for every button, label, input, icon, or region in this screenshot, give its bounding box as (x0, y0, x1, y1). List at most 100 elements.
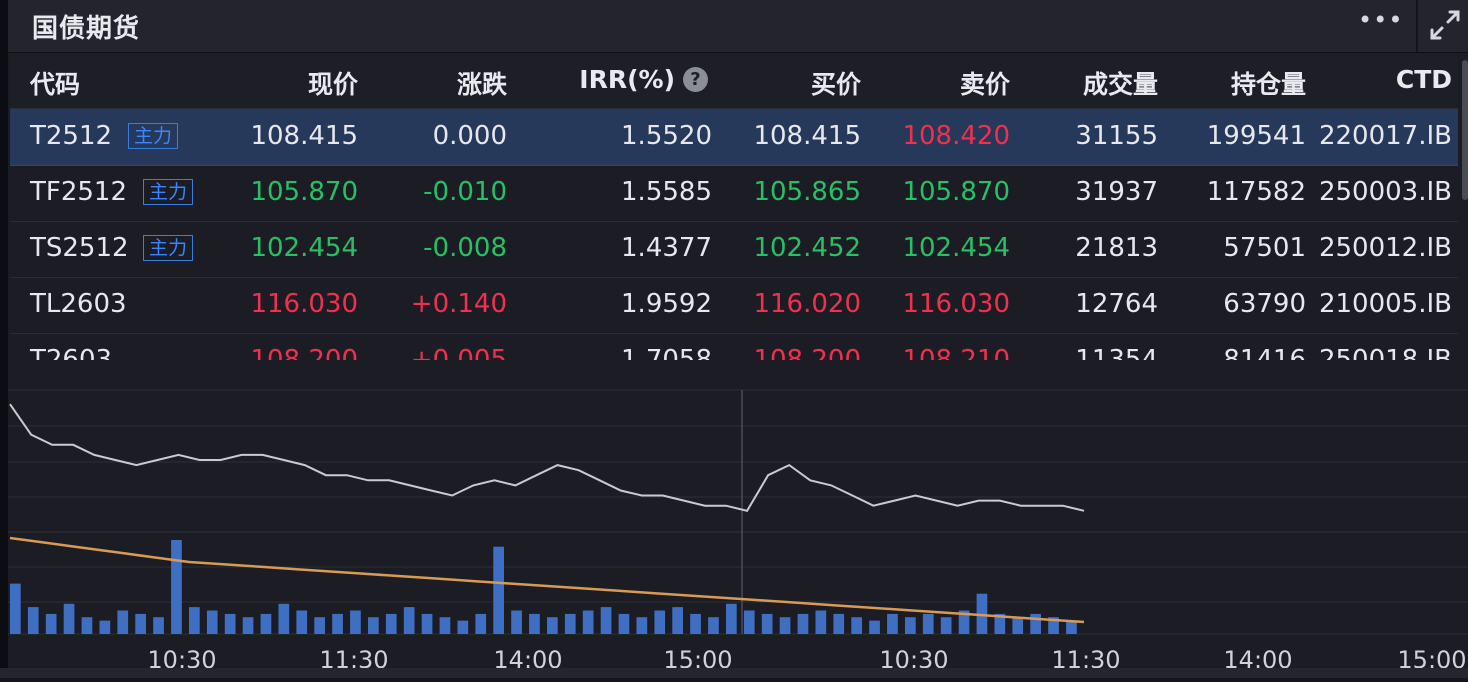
volume-bar (81, 617, 93, 634)
column-header-bid[interactable]: 买价 (811, 65, 861, 101)
volume-bar (206, 610, 218, 634)
volume-bar (690, 613, 701, 634)
column-header-volume[interactable]: 成交量 (1083, 65, 1158, 101)
irr-header-label: IRR(%) (579, 65, 675, 94)
volume-bar (421, 613, 433, 634)
volume-bar (779, 617, 791, 634)
panel-title: 国债期货 (32, 14, 141, 44)
ctd-bond: 250018.IB (1318, 345, 1452, 360)
open-interest-value: 57501 (1223, 233, 1306, 263)
table-row[interactable]: TF2512 105.870 -0.010 1.5585 105.865 105.870 3… (10, 165, 1458, 222)
price-change: -0.010 (423, 177, 507, 207)
bid-price: 105.865 (753, 177, 861, 207)
volume-bar (242, 617, 254, 634)
current-price: 116.030 (250, 289, 358, 319)
expand-icon[interactable] (1426, 6, 1464, 44)
current-price: 105.870 (250, 177, 358, 207)
column-header-ctd[interactable]: CTD (1396, 65, 1452, 94)
volume-value: 31937 (1075, 177, 1158, 207)
volume-bar (457, 620, 469, 634)
contract-code: T2512 (30, 121, 113, 151)
volume-bar (887, 613, 898, 634)
open-interest-value: 117582 (1206, 177, 1306, 207)
table-row[interactable]: TS2512 102.454 -0.008 1.4377 102.452 102.454 2… (10, 221, 1458, 278)
ask-price: 105.870 (902, 177, 1010, 207)
irr-value: 1.9592 (621, 289, 712, 319)
volume-bar (153, 617, 164, 634)
ask-price: 108.210 (902, 345, 1010, 360)
volume-bar (99, 620, 111, 634)
volume-bar (940, 617, 952, 634)
column-header-open-interest[interactable]: 持仓量 (1231, 65, 1306, 101)
volume-bar (475, 613, 487, 634)
volume-bar (368, 617, 379, 634)
volume-bar (385, 613, 397, 634)
main-contract-badge: 主力 (143, 179, 194, 205)
volume-bar (726, 603, 737, 634)
volume-bar (189, 607, 200, 634)
current-price: 108.200 (250, 345, 358, 360)
volume-bar (296, 610, 308, 634)
volume-bar (1012, 617, 1024, 634)
table-row[interactable]: TL2603 116.030 +0.140 1.9592 116.020 116.030 1… (10, 277, 1458, 334)
volume-bar (511, 610, 522, 634)
volume-bar (171, 540, 182, 634)
irr-value: 1.5520 (621, 121, 712, 151)
open-interest-value: 81416 (1223, 345, 1306, 360)
bid-price: 102.452 (753, 233, 861, 263)
contract-code: T2603 (30, 345, 113, 360)
volume-bar (708, 617, 719, 634)
ask-price: 116.030 (902, 289, 1010, 319)
volume-bar (815, 610, 827, 634)
column-header-price[interactable]: 现价 (308, 65, 358, 101)
main-contract-badge: 主力 (128, 123, 179, 149)
volume-bar (260, 613, 272, 634)
current-price: 108.415 (250, 121, 358, 151)
volume-bar (350, 610, 361, 634)
column-header-change[interactable]: 涨跌 (457, 65, 507, 101)
volume-bar (1030, 613, 1041, 634)
volume-bar (63, 603, 75, 634)
bid-price: 108.200 (753, 345, 861, 360)
column-header-ask[interactable]: 卖价 (960, 65, 1010, 101)
volume-bar (224, 613, 236, 634)
more-options-icon[interactable]: ••• (1358, 6, 1403, 34)
panel-header: 国债期货 ••• (8, 0, 1468, 53)
irr-value: 1.7058 (621, 345, 712, 360)
volume-bar (618, 613, 630, 634)
volume-bar (439, 617, 451, 634)
volume-bar (922, 613, 934, 634)
price-line (9, 403, 1085, 512)
volume-bar (833, 613, 845, 634)
irr-value: 1.4377 (621, 233, 712, 263)
volume-bar (135, 613, 146, 634)
left-edge (0, 0, 8, 678)
volume-bar (27, 607, 39, 634)
column-header-code[interactable]: 代码 (30, 65, 80, 101)
ctd-bond: 250012.IB (1318, 233, 1452, 263)
irr-value: 1.5585 (621, 177, 712, 207)
table-scrollbar[interactable] (1462, 60, 1468, 200)
open-interest-value: 199541 (1206, 121, 1306, 151)
price-change: +0.140 (410, 289, 507, 319)
volume-bar (636, 617, 648, 634)
volume-bar (547, 617, 558, 634)
volume-value: 21813 (1075, 233, 1158, 263)
header-divider (1416, 0, 1418, 52)
column-header-irr[interactable]: IRR(%)? (579, 65, 708, 94)
help-icon[interactable]: ? (683, 67, 708, 92)
volume-bar (529, 613, 540, 634)
volume-bar (869, 620, 880, 634)
table-row[interactable]: T2512 108.415 0.000 1.5520 108.415 108.420 311… (10, 109, 1458, 166)
intraday-chart: 10:30 11:30 14:00 15:00 10:30 11:30 14:00 15:00 (8, 380, 1468, 678)
contract-code: TL2603 (30, 289, 127, 319)
price-change: -0.008 (423, 233, 507, 263)
ask-price: 108.420 (902, 121, 1010, 151)
volume-bar (332, 613, 343, 634)
volume-bar (45, 613, 57, 634)
quotes-table: 代码 现价 涨跌 IRR(%)? 买价 卖价 成交量 持仓量 CTD T2512… (10, 54, 1458, 360)
main-contract-badge: 主力 (143, 235, 194, 261)
volume-bar (600, 607, 612, 634)
table-row[interactable]: T2603 108.200 +0.005 1.7058 108.200 108.210 11… (10, 333, 1458, 360)
ctd-bond: 210005.IB (1318, 289, 1452, 319)
